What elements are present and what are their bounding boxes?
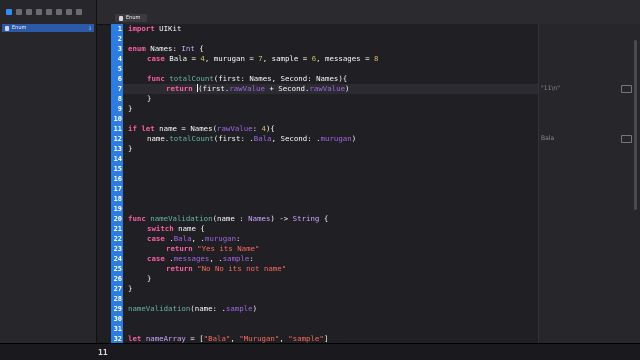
line-number: 9 bbox=[117, 105, 122, 113]
symbol-icon[interactable] bbox=[26, 9, 32, 15]
project-navigator: Enum 3 bbox=[0, 0, 97, 360]
line-number: 3 bbox=[117, 45, 122, 53]
line-number: 16 bbox=[113, 175, 122, 183]
breakpoint-icon[interactable] bbox=[76, 9, 82, 15]
quick-look-button[interactable] bbox=[621, 85, 632, 93]
line-number: 11 bbox=[113, 125, 122, 133]
code-line-23[interactable]: return "Yes its Name" bbox=[166, 244, 259, 254]
line-number: 4 bbox=[117, 55, 122, 63]
line-number: 30 bbox=[113, 315, 122, 323]
navigator-toolbar bbox=[0, 0, 96, 24]
line-number: 2 bbox=[117, 35, 122, 43]
line-indicator: 11 bbox=[98, 348, 108, 357]
vertical-scrollbar[interactable] bbox=[634, 40, 637, 210]
line-number: 10 bbox=[113, 115, 122, 123]
code-line-11[interactable]: if let name = Names(rawValue: 4){ bbox=[128, 124, 275, 134]
code-line-24[interactable]: case .messages, .sample: bbox=[147, 254, 254, 264]
source-control-icon[interactable] bbox=[16, 9, 22, 15]
tab-enum[interactable]: Enum bbox=[115, 14, 147, 22]
line-number: 19 bbox=[113, 205, 122, 213]
sidebar-item-label: Enum bbox=[12, 25, 27, 31]
line-number: 27 bbox=[113, 285, 122, 293]
code-line-12[interactable]: name.totalCount(first: .Bala, Second: .m… bbox=[147, 134, 356, 144]
line-number: 23 bbox=[113, 245, 122, 253]
line-number: 14 bbox=[113, 155, 122, 163]
code-editor[interactable]: import UIKit enum Names: Int { case Bala… bbox=[123, 24, 538, 344]
debug-icon[interactable] bbox=[66, 9, 72, 15]
debug-bar: 11 bbox=[0, 343, 640, 360]
line-number: 29 bbox=[113, 305, 122, 313]
result-value-line-7: "11\n" bbox=[541, 85, 560, 92]
line-number: 12 bbox=[113, 135, 122, 143]
line-number: 18 bbox=[113, 195, 122, 203]
line-number: 25 bbox=[113, 265, 122, 273]
code-line-29[interactable]: nameValidation(name: .sample) bbox=[128, 304, 257, 314]
line-number: 22 bbox=[113, 235, 122, 243]
line-number: 21 bbox=[113, 225, 122, 233]
line-number: 15 bbox=[113, 165, 122, 173]
line-number: 20 bbox=[113, 215, 122, 223]
code-line-21[interactable]: switch name { bbox=[147, 224, 205, 234]
code-line-4[interactable]: case Bala = 4, murugan = 7, sample = 6, … bbox=[147, 54, 378, 64]
line-number: 31 bbox=[113, 325, 122, 333]
line-number: 13 bbox=[113, 145, 122, 153]
code-line-9[interactable]: } bbox=[128, 104, 132, 114]
line-number: 24 bbox=[113, 255, 122, 263]
quick-look-button[interactable] bbox=[621, 135, 632, 143]
result-value-line-12: Bala bbox=[541, 135, 555, 142]
warning-icon[interactable] bbox=[46, 9, 52, 15]
sidebar-item-enum[interactable]: Enum 3 bbox=[2, 24, 94, 32]
line-number: 6 bbox=[117, 75, 122, 83]
code-line-6[interactable]: func totalCount(first: Names, Second: Na… bbox=[147, 74, 347, 84]
line-number: 7 bbox=[117, 85, 122, 93]
code-line-13[interactable]: } bbox=[128, 144, 132, 154]
editor-tab-bar: Enum bbox=[97, 0, 640, 25]
code-line-20[interactable]: func nameValidation(name : Names) -> Str… bbox=[128, 214, 328, 224]
sidebar-item-badge: 3 bbox=[88, 25, 91, 31]
code-line-26[interactable]: } bbox=[147, 274, 151, 284]
code-line-8[interactable]: } bbox=[147, 94, 151, 104]
line-number: 1 bbox=[117, 25, 122, 33]
line-number: 8 bbox=[117, 95, 122, 103]
code-line-27[interactable]: } bbox=[128, 284, 132, 294]
line-number: 28 bbox=[113, 295, 122, 303]
test-icon[interactable] bbox=[56, 9, 62, 15]
line-number: 26 bbox=[113, 275, 122, 283]
line-number: 32 bbox=[113, 335, 122, 343]
code-line-1[interactable]: import UIKit bbox=[128, 24, 181, 34]
code-line-22[interactable]: case .Bala, .murugan: bbox=[147, 234, 241, 244]
code-line-7[interactable]: return (first.rawValue + Second.rawValue… bbox=[166, 84, 349, 94]
line-number-gutter: 1 2 3 4 5 6 7 8 9 10 11 12 13 14 15 16 1… bbox=[111, 24, 123, 344]
code-line-25[interactable]: return "No No its not name" bbox=[166, 264, 286, 274]
folder-icon[interactable] bbox=[6, 9, 12, 15]
line-number: 5 bbox=[117, 65, 122, 73]
playground-file-icon bbox=[5, 25, 9, 31]
line-number: 17 bbox=[113, 185, 122, 193]
results-sidebar: "11\n" Bala bbox=[538, 24, 640, 344]
tab-label: Enum bbox=[126, 15, 141, 21]
search-icon[interactable] bbox=[36, 9, 42, 15]
code-line-3[interactable]: enum Names: Int { bbox=[128, 44, 204, 54]
swift-file-icon bbox=[119, 15, 123, 21]
